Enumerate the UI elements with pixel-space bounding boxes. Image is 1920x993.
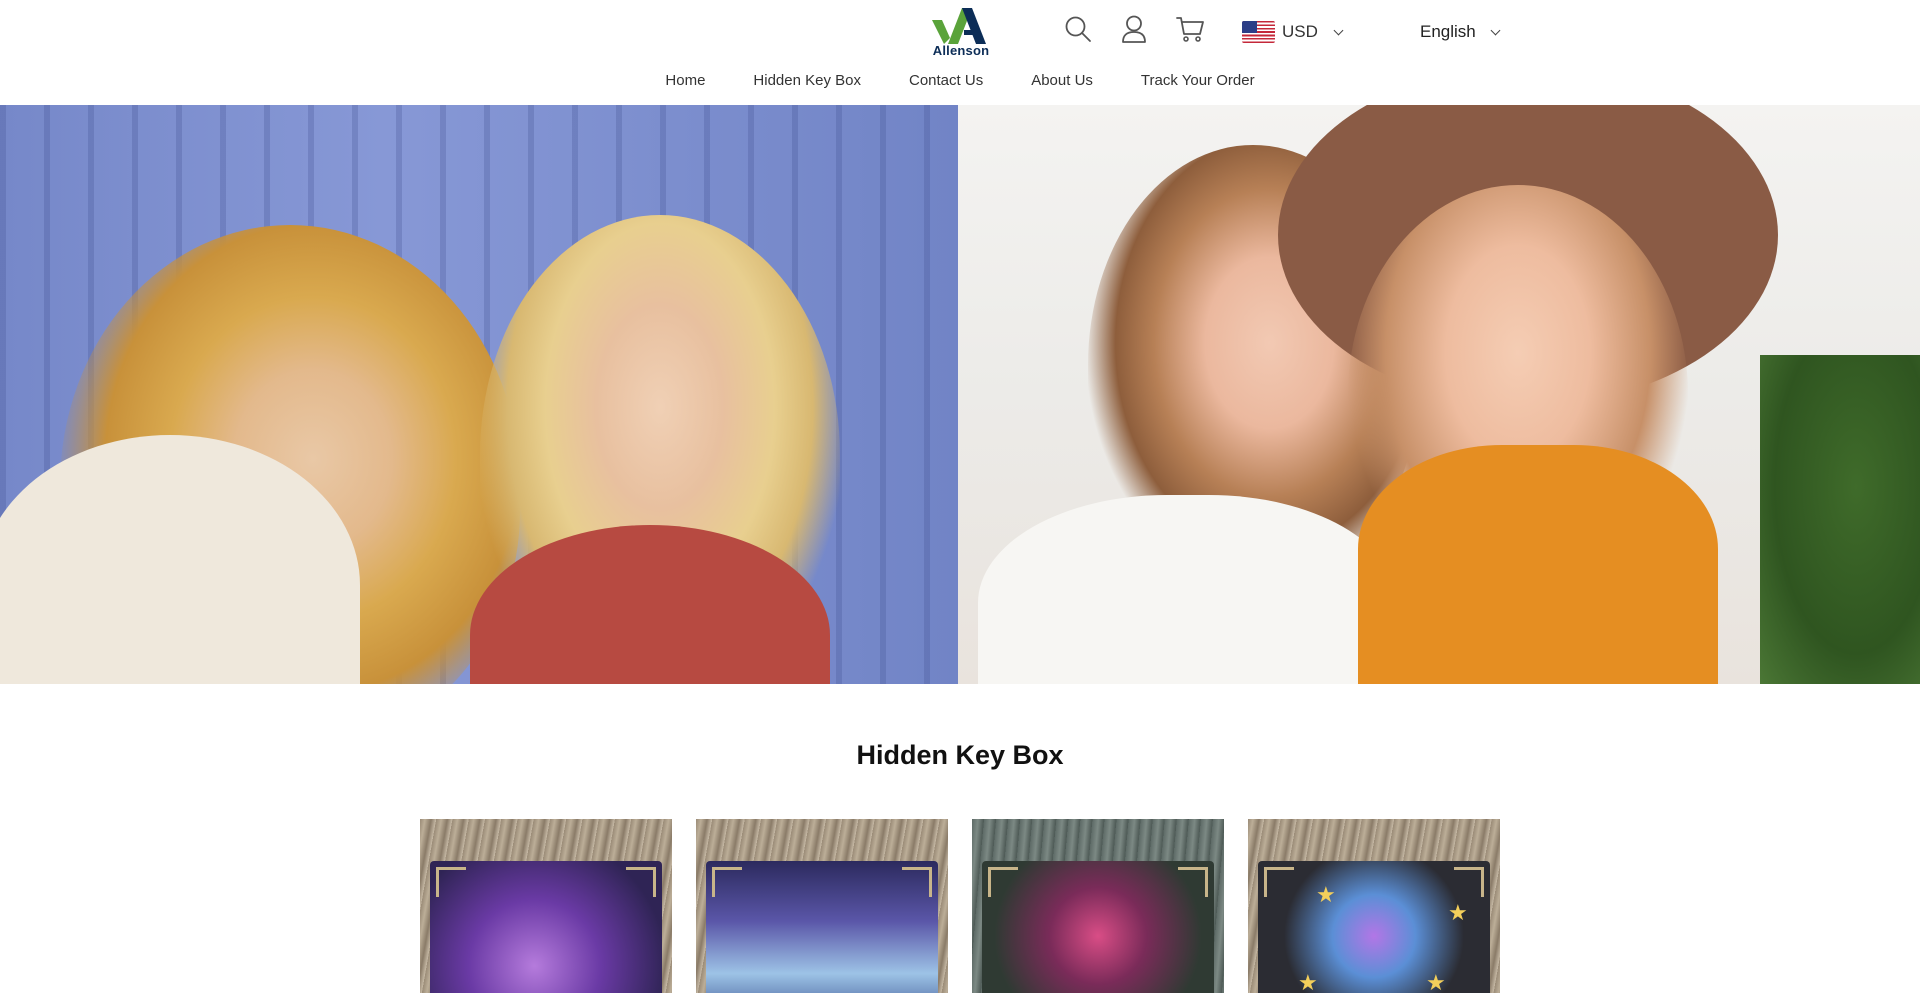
nav-item-contact-us[interactable]: Contact Us: [909, 72, 983, 89]
nav-item-about-us[interactable]: About Us: [1031, 72, 1093, 89]
star-icon: ★: [1298, 971, 1318, 993]
search-button[interactable]: [1063, 14, 1093, 44]
chevron-down-icon: [1333, 25, 1344, 35]
nav-item-track-your-order[interactable]: Track Your Order: [1141, 72, 1255, 89]
hero-banner[interactable]: [0, 105, 1920, 684]
account-button[interactable]: [1119, 14, 1149, 44]
star-icon: ★: [1316, 883, 1336, 908]
product-grid: ★ ★ ★ ★: [420, 819, 1500, 993]
nav-item-hidden-key-box[interactable]: Hidden Key Box: [753, 72, 861, 89]
star-icon: ★: [1426, 971, 1446, 993]
product-card[interactable]: ★ ★ ★ ★: [1248, 819, 1500, 993]
product-card[interactable]: [972, 819, 1224, 993]
chevron-down-icon: [1490, 25, 1501, 35]
logo-text: Allenson: [932, 43, 990, 58]
nav-item-home[interactable]: Home: [665, 72, 705, 89]
hero-image-friends-hug[interactable]: [0, 105, 958, 684]
main-nav: Home Hidden Key Box Contact Us About Us …: [0, 72, 1920, 89]
section-title: Hidden Key Box: [856, 740, 1064, 770]
cart-button[interactable]: [1175, 14, 1205, 44]
account-icon: [1122, 15, 1146, 43]
moon-phase-key-box-image[interactable]: [706, 861, 938, 993]
search-icon: [1065, 16, 1091, 42]
skeleton-hands-key-box-image[interactable]: [982, 861, 1214, 993]
language-selector[interactable]: English: [1420, 18, 1501, 46]
language-label: English: [1420, 22, 1476, 41]
currency-selector[interactable]: USD: [1242, 18, 1344, 46]
site-header: Allenson USD English Home Hidden Key Box…: [0, 0, 1920, 105]
cart-icon: [1176, 17, 1204, 42]
brand-logo[interactable]: Allenson: [928, 6, 994, 58]
crescent-moon-crystal-key-box-image[interactable]: ★ ★ ★ ★: [1258, 861, 1490, 993]
us-flag-icon: [1242, 21, 1275, 43]
logo-mark-icon: [932, 8, 986, 44]
mushroom-key-box-image[interactable]: [430, 861, 662, 993]
product-card[interactable]: [420, 819, 672, 993]
star-icon: ★: [1448, 901, 1468, 926]
currency-code: USD: [1282, 22, 1318, 41]
product-card[interactable]: [696, 819, 948, 993]
hero-image-friends-laughing[interactable]: [958, 105, 1920, 684]
